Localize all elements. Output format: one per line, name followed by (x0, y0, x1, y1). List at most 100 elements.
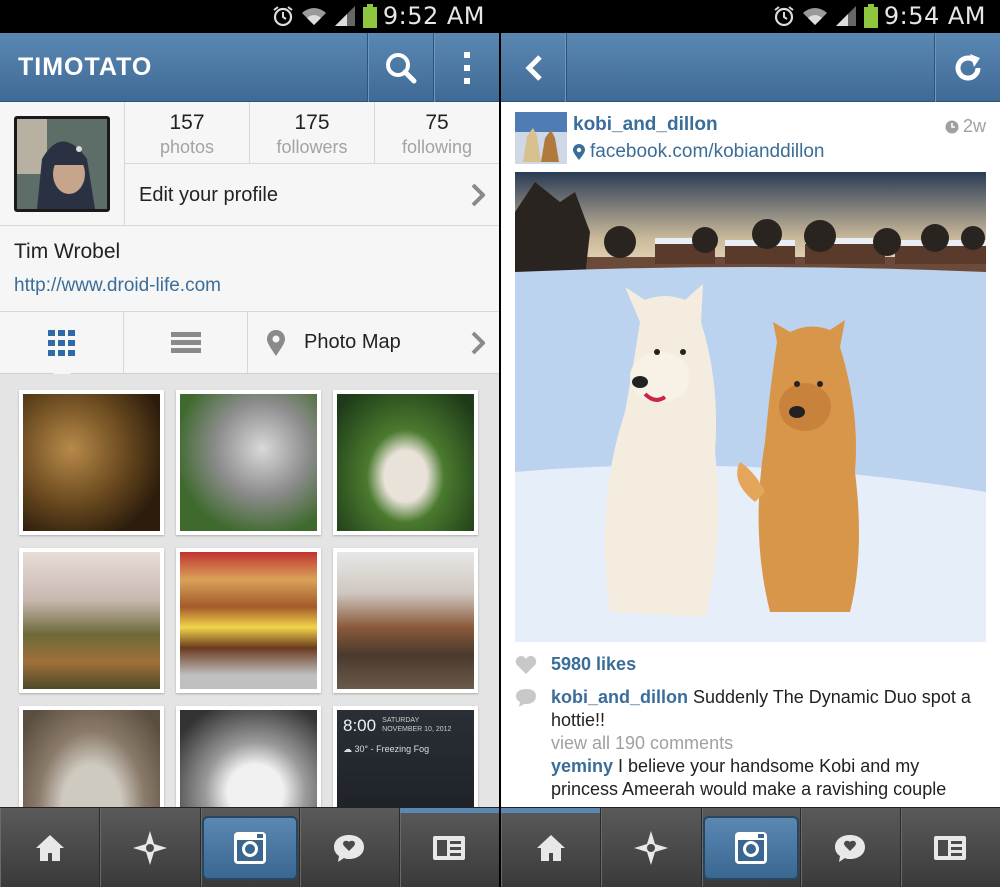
photo-thumbnail[interactable] (333, 390, 478, 535)
widget-day: SATURDAY (382, 717, 420, 724)
wifi-icon (802, 8, 827, 25)
caption-section: kobi_and_dillon Suddenly The Dynamic Duo… (515, 686, 986, 801)
stat-following[interactable]: 75 following (375, 102, 499, 164)
post-location[interactable]: facebook.com/kobianddillon (573, 141, 825, 163)
profile-header: 157 photos 175 followers 75 following Ed… (0, 102, 499, 226)
battery-icon (863, 4, 878, 28)
camera-icon (734, 831, 767, 864)
post-age-label: 2w (962, 116, 986, 136)
nav-profile[interactable] (399, 808, 499, 887)
home-icon (536, 834, 565, 861)
profile-screen: 9:52 AM TIMOTATO 157 photos 175 follower… (0, 0, 499, 887)
widget-date: NOVEMBER 10, 2012 (382, 726, 452, 733)
nav-home[interactable] (0, 808, 101, 887)
refresh-button[interactable] (934, 33, 1000, 102)
wifi-icon (301, 8, 326, 25)
stat-followers[interactable]: 175 followers (250, 102, 375, 164)
status-bar: 9:54 AM (501, 0, 1000, 33)
post-screen: 9:54 AM kobi_and_dillon facebook.com/kob… (501, 0, 1000, 887)
comment-bubble-icon (516, 689, 536, 707)
news-icon (835, 834, 866, 862)
profile-username: TIMOTATO (18, 53, 153, 81)
alarm-icon (774, 6, 794, 27)
photo-grid: 8:00 SATURDAY NOVEMBER 10, 2012 ☁ 30° - F… (0, 374, 499, 807)
profile-stats: 157 photos 175 followers 75 following (124, 102, 499, 164)
explore-icon (132, 830, 167, 865)
search-icon (385, 52, 416, 83)
signal-icon (334, 6, 355, 26)
full-name: Tim Wrobel (14, 240, 121, 263)
nav-home[interactable] (501, 808, 602, 887)
photo-thumbnail[interactable] (176, 390, 321, 535)
stat-followers-label: followers (276, 137, 348, 157)
status-time: 9:52 AM (382, 2, 485, 30)
photo-thumbnail[interactable] (19, 706, 164, 807)
photo-thumbnail[interactable] (333, 548, 478, 693)
alarm-icon (273, 6, 293, 27)
profile-icon (433, 835, 466, 860)
nav-camera[interactable] (702, 808, 801, 887)
post-photo[interactable] (515, 172, 986, 642)
list-view-icon (170, 331, 201, 353)
nav-camera[interactable] (201, 808, 300, 887)
bottom-nav (0, 807, 499, 887)
photo-map-label: Photo Map (304, 331, 401, 353)
back-arrow-icon (524, 54, 542, 81)
edit-profile-label: Edit your profile (139, 184, 278, 206)
caption-username[interactable]: kobi_and_dillon (551, 687, 688, 707)
nav-explore[interactable] (601, 808, 702, 887)
edit-profile-button[interactable]: Edit your profile (124, 164, 499, 226)
cloud-icon: ☁ (343, 744, 352, 754)
action-bar: TIMOTATO (0, 33, 499, 102)
widget-time: 8:00 (343, 716, 377, 735)
stat-following-count: 75 (425, 111, 449, 134)
bottom-nav (501, 807, 1000, 887)
action-bar (501, 33, 1000, 102)
news-icon (334, 834, 365, 862)
camera-icon (233, 831, 266, 864)
status-bar: 9:52 AM (0, 0, 499, 33)
location-pin-icon (267, 329, 285, 356)
avatar[interactable] (515, 112, 567, 164)
heart-icon (515, 655, 537, 674)
nav-explore[interactable] (100, 808, 201, 887)
website-link[interactable]: http://www.droid-life.com (14, 275, 221, 297)
post-location-label: facebook.com/kobianddillon (590, 141, 825, 162)
post-username[interactable]: kobi_and_dillon (573, 114, 718, 136)
stat-following-label: following (401, 137, 473, 157)
nav-profile[interactable] (901, 808, 1000, 887)
tab-list-view[interactable] (124, 312, 248, 373)
nav-news[interactable] (300, 808, 400, 887)
post-header: kobi_and_dillon facebook.com/kobianddill… (501, 102, 1000, 172)
tab-photo-map[interactable]: Photo Map (248, 312, 499, 373)
explore-icon (633, 830, 668, 865)
search-button[interactable] (367, 33, 433, 102)
photo-thumbnail[interactable] (176, 548, 321, 693)
post-age: 2w (945, 116, 986, 137)
comment-username[interactable]: yeminy (551, 756, 613, 776)
view-all-comments-link[interactable]: view all 190 comments (551, 732, 986, 755)
signal-icon (835, 6, 856, 26)
comment: yeminy I believe your handsome Kobi and … (551, 755, 986, 801)
stat-photos[interactable]: 157 photos (125, 102, 250, 164)
photo-thumbnail[interactable] (19, 548, 164, 693)
caption: kobi_and_dillon Suddenly The Dynamic Duo… (551, 686, 986, 732)
back-button[interactable] (501, 33, 567, 102)
likes-count: 5980 likes (551, 654, 637, 674)
profile-bio: Tim Wrobel http://www.droid-life.com (0, 227, 499, 312)
avatar[interactable] (14, 116, 110, 212)
photo-thumbnail[interactable] (176, 706, 321, 807)
nav-news[interactable] (801, 808, 901, 887)
refresh-icon (955, 53, 980, 80)
grid-view-icon (47, 329, 75, 356)
overflow-menu-button[interactable] (433, 33, 499, 102)
widget-weather: 30° - Freezing Fog (354, 744, 430, 754)
photo-thumbnail[interactable] (19, 390, 164, 535)
battery-icon (362, 4, 377, 28)
chevron-right-icon (471, 183, 485, 207)
photo-thumbnail[interactable]: 8:00 SATURDAY NOVEMBER 10, 2012 ☁ 30° - F… (333, 706, 478, 807)
stat-followers-count: 175 (294, 111, 330, 134)
clock-icon (945, 120, 959, 133)
likes-row[interactable]: 5980 likes (515, 654, 636, 675)
tab-grid-view[interactable] (0, 312, 124, 382)
